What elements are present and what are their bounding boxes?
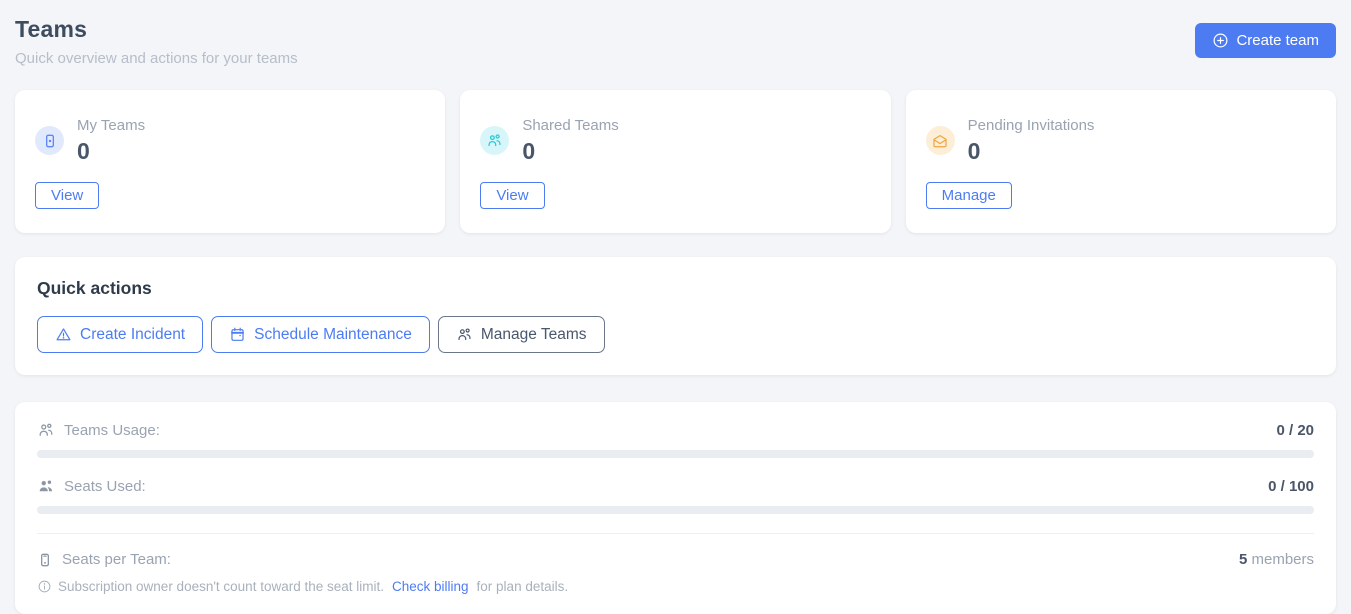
check-billing-link[interactable]: Check billing [392, 579, 469, 594]
pending-invitations-card: Pending Invitations 0 Manage [906, 90, 1336, 233]
my-teams-card: My Teams 0 View [15, 90, 445, 233]
card-value: 0 [522, 138, 618, 165]
id-badge-icon [35, 126, 64, 155]
calendar-icon [229, 326, 246, 343]
people-icon [456, 326, 473, 343]
usage-divider [37, 533, 1314, 534]
seats-used-row: Seats Used: 0 / 100 [37, 477, 1314, 495]
create-team-label: Create team [1236, 32, 1319, 49]
teams-page: Teams Quick overview and actions for you… [0, 0, 1351, 614]
quick-actions-panel: Quick actions Create Incident [15, 257, 1336, 375]
seats-used-progressbar [37, 506, 1314, 514]
usage-panel: Teams Usage: 0 / 20 Seats Used: 0 / 100 [15, 402, 1336, 614]
id-badge-icon [37, 552, 53, 568]
note-suffix: for plan details. [477, 579, 569, 594]
shared-teams-card: Shared Teams 0 View [460, 90, 890, 233]
seats-per-team-label: Seats per Team: [62, 551, 171, 568]
people-outline-icon [37, 421, 55, 439]
teams-usage-progressbar [37, 450, 1314, 458]
seats-per-team-value: 5 members [1239, 551, 1314, 568]
page-header: Teams Quick overview and actions for you… [15, 16, 1336, 67]
seat-limit-note: Subscription owner doesn't count toward … [37, 579, 1314, 594]
plus-circle-icon [1212, 32, 1229, 49]
seats-used-label: Seats Used: [64, 478, 146, 495]
create-incident-button[interactable]: Create Incident [37, 316, 203, 353]
manage-teams-button[interactable]: Manage Teams [438, 316, 605, 353]
stat-cards-row: My Teams 0 View Shared Teams [15, 90, 1336, 233]
card-label: Pending Invitations [968, 117, 1095, 134]
card-value: 0 [968, 138, 1095, 165]
pending-invitations-manage-button[interactable]: Manage [926, 182, 1012, 209]
teams-usage-value: 0 / 20 [1276, 422, 1314, 439]
shared-teams-view-button[interactable]: View [480, 182, 544, 209]
schedule-maintenance-button[interactable]: Schedule Maintenance [211, 316, 430, 353]
card-label: Shared Teams [522, 117, 618, 134]
header-titles: Teams Quick overview and actions for you… [15, 16, 298, 67]
card-label: My Teams [77, 117, 145, 134]
info-circle-icon [37, 579, 52, 594]
page-subtitle: Quick overview and actions for your team… [15, 50, 298, 67]
teams-usage-label: Teams Usage: [64, 422, 160, 439]
note-text: Subscription owner doesn't count toward … [58, 579, 384, 594]
seats-per-team-row: Seats per Team: 5 members [37, 551, 1314, 568]
quick-actions-title: Quick actions [37, 278, 1314, 299]
teams-usage-row: Teams Usage: 0 / 20 [37, 421, 1314, 439]
people-filled-icon [37, 477, 55, 495]
card-value: 0 [77, 138, 145, 165]
page-title: Teams [15, 16, 298, 43]
create-team-button[interactable]: Create team [1195, 23, 1336, 58]
warning-triangle-icon [55, 326, 72, 343]
envelope-open-icon [926, 126, 955, 155]
my-teams-view-button[interactable]: View [35, 182, 99, 209]
seats-used-value: 0 / 100 [1268, 478, 1314, 495]
people-icon [480, 126, 509, 155]
